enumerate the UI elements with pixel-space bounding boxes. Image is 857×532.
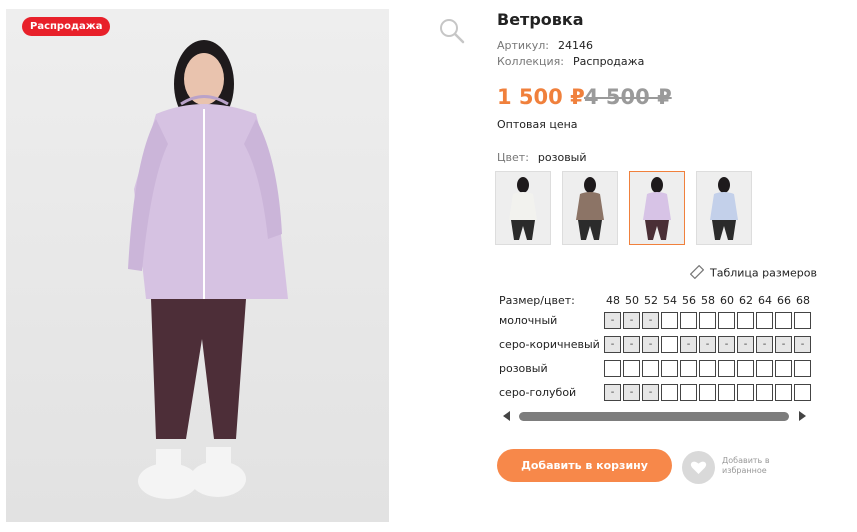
size-quantity-input[interactable] — [718, 312, 735, 329]
article-label: Артикул: — [497, 39, 549, 52]
size-quantity-input[interactable] — [642, 360, 659, 377]
size-header: 52 — [644, 294, 658, 307]
add-to-cart-button[interactable]: Добавить в корзину — [497, 449, 672, 482]
size-quantity-input[interactable] — [737, 384, 754, 401]
grid-row-label: молочный — [499, 314, 558, 327]
size-cell-unavailable: - — [623, 312, 640, 329]
color-row: Цвет: розовый — [497, 151, 587, 164]
size-cell-unavailable: - — [737, 336, 754, 353]
size-quantity-input[interactable] — [661, 336, 678, 353]
size-cell-unavailable: - — [604, 312, 621, 329]
size-cell-unavailable: - — [623, 384, 640, 401]
size-quantity-input[interactable] — [680, 360, 697, 377]
size-quantity-input[interactable] — [661, 312, 678, 329]
size-header: 50 — [625, 294, 639, 307]
size-cell-unavailable: - — [604, 384, 621, 401]
size-quantity-input[interactable] — [737, 360, 754, 377]
color-value: розовый — [537, 151, 587, 164]
color-label: Цвет: — [497, 151, 529, 164]
size-cell-unavailable: - — [642, 312, 659, 329]
grid-scrollbar[interactable] — [499, 409, 815, 423]
size-header: 60 — [720, 294, 734, 307]
old-price: 4 500 ₽ — [584, 85, 672, 109]
favorite-label[interactable]: Добавить в избранное — [722, 456, 782, 476]
size-quantity-input[interactable] — [775, 384, 792, 401]
size-cell-unavailable: - — [718, 336, 735, 353]
size-header: 68 — [796, 294, 810, 307]
current-price: 1 500 ₽ — [497, 85, 585, 109]
size-quantity-input[interactable] — [756, 312, 773, 329]
ruler-icon — [689, 264, 705, 282]
size-header: 66 — [777, 294, 791, 307]
collection-label: Коллекция: — [497, 55, 564, 68]
size-quantity-input[interactable] — [661, 360, 678, 377]
size-quantity-input[interactable] — [699, 312, 716, 329]
size-quantity-input[interactable] — [699, 360, 716, 377]
size-cell-unavailable: - — [604, 336, 621, 353]
color-thumbnail[interactable] — [495, 171, 551, 245]
size-quantity-input[interactable] — [623, 360, 640, 377]
size-quantity-input[interactable] — [699, 384, 716, 401]
color-thumbnail[interactable] — [696, 171, 752, 245]
article-row: Артикул: 24146 — [497, 39, 593, 52]
size-header: 48 — [606, 294, 620, 307]
size-header: 58 — [701, 294, 715, 307]
size-quantity-input[interactable] — [718, 384, 735, 401]
size-quantity-input[interactable] — [718, 360, 735, 377]
size-color-header: Размер/цвет: — [499, 294, 575, 307]
favorite-button[interactable] — [682, 451, 715, 484]
size-cell-unavailable: - — [794, 336, 811, 353]
size-cell-unavailable: - — [680, 336, 697, 353]
size-quantity-input[interactable] — [775, 360, 792, 377]
size-quantity-input[interactable] — [775, 312, 792, 329]
favorite-label-line2: избранное — [722, 466, 767, 475]
size-quantity-input[interactable] — [794, 360, 811, 377]
grid-row-label: серо-коричневый — [499, 338, 600, 351]
size-quantity-input[interactable] — [604, 360, 621, 377]
size-table-link[interactable]: Таблица размеров — [689, 264, 817, 282]
grid-row-label: серо-голубой — [499, 386, 577, 399]
color-thumbnail[interactable] — [562, 171, 618, 245]
size-header: 54 — [663, 294, 677, 307]
size-cell-unavailable: - — [642, 384, 659, 401]
size-quantity-input[interactable] — [680, 384, 697, 401]
product-photo[interactable]: Распродажа — [6, 9, 389, 522]
size-header: 62 — [739, 294, 753, 307]
size-header: 64 — [758, 294, 772, 307]
product-title: Ветровка — [497, 10, 584, 29]
sale-badge: Распродажа — [22, 17, 111, 36]
size-cell-unavailable: - — [623, 336, 640, 353]
size-cell-unavailable: - — [642, 336, 659, 353]
model-figure — [128, 40, 288, 499]
size-table-label: Таблица размеров — [710, 266, 817, 280]
size-cell-unavailable: - — [756, 336, 773, 353]
size-quantity-input[interactable] — [737, 312, 754, 329]
size-quantity-input[interactable] — [680, 312, 697, 329]
color-thumbnail[interactable] — [629, 171, 685, 245]
scroll-left-icon[interactable] — [503, 411, 511, 421]
collection-value: Распродажа — [572, 55, 645, 68]
article-value: 24146 — [557, 39, 593, 52]
grid-row-label: розовый — [499, 362, 548, 375]
collection-row: Коллекция: Распродажа — [497, 55, 644, 68]
scroll-right-icon[interactable] — [799, 411, 807, 421]
size-quantity-input[interactable] — [794, 384, 811, 401]
size-header: 56 — [682, 294, 696, 307]
size-cell-unavailable: - — [775, 336, 792, 353]
search-icon[interactable] — [438, 17, 466, 45]
favorite-label-line1: Добавить в — [722, 456, 770, 465]
scrollbar-thumb[interactable] — [519, 412, 789, 421]
size-cell-unavailable: - — [699, 336, 716, 353]
size-quantity-input[interactable] — [756, 360, 773, 377]
size-quantity-input[interactable] — [756, 384, 773, 401]
heart-icon — [690, 461, 707, 474]
size-quantity-input[interactable] — [661, 384, 678, 401]
wholesale-label: Оптовая цена — [497, 118, 578, 131]
size-quantity-input[interactable] — [794, 312, 811, 329]
